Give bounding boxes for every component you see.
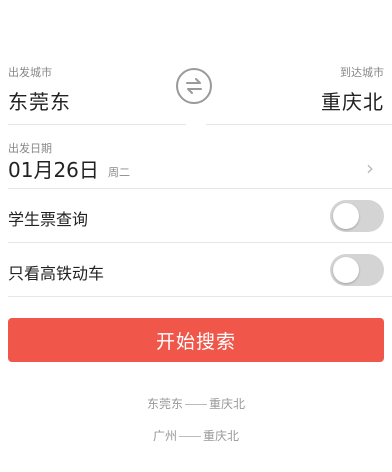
start-search-button[interactable]: 开始搜索 xyxy=(8,318,384,362)
toggle-knob xyxy=(333,203,359,229)
history-from: 广州 xyxy=(152,429,177,443)
arrival-label: 到达城市 xyxy=(340,66,384,79)
history-to: 重庆北 xyxy=(209,397,246,411)
toggle-knob xyxy=(333,257,359,283)
weekday: 周二 xyxy=(108,166,130,179)
history-from: 东莞东 xyxy=(146,397,183,411)
date-row[interactable]: 01月26日 周二 › xyxy=(0,152,392,188)
history-item[interactable]: 东莞东 重庆北 xyxy=(0,395,392,412)
high-speed-divider xyxy=(8,296,392,297)
history-item[interactable]: 广州 重庆北 xyxy=(0,427,392,444)
history-dash xyxy=(179,436,201,437)
arrival-divider xyxy=(206,124,392,125)
arrival-city[interactable]: 重庆北 xyxy=(321,86,384,115)
history-to: 重庆北 xyxy=(203,429,240,443)
student-divider xyxy=(8,242,392,243)
departure-city[interactable]: 东莞东 xyxy=(8,86,71,115)
departure-divider xyxy=(8,124,186,125)
high-speed-toggle[interactable] xyxy=(330,254,384,286)
high-speed-label: 只看高铁动车 xyxy=(8,264,105,283)
swap-arrows-icon xyxy=(186,78,202,94)
swap-cities-button[interactable] xyxy=(176,68,212,104)
history-dash xyxy=(185,404,207,405)
chevron-right-icon: › xyxy=(366,156,374,180)
date-divider xyxy=(8,188,392,189)
student-ticket-label: 学生票查询 xyxy=(8,210,89,229)
student-ticket-toggle[interactable] xyxy=(330,200,384,232)
departure-label: 出发城市 xyxy=(8,66,52,79)
date-value: 01月26日 xyxy=(8,158,99,182)
